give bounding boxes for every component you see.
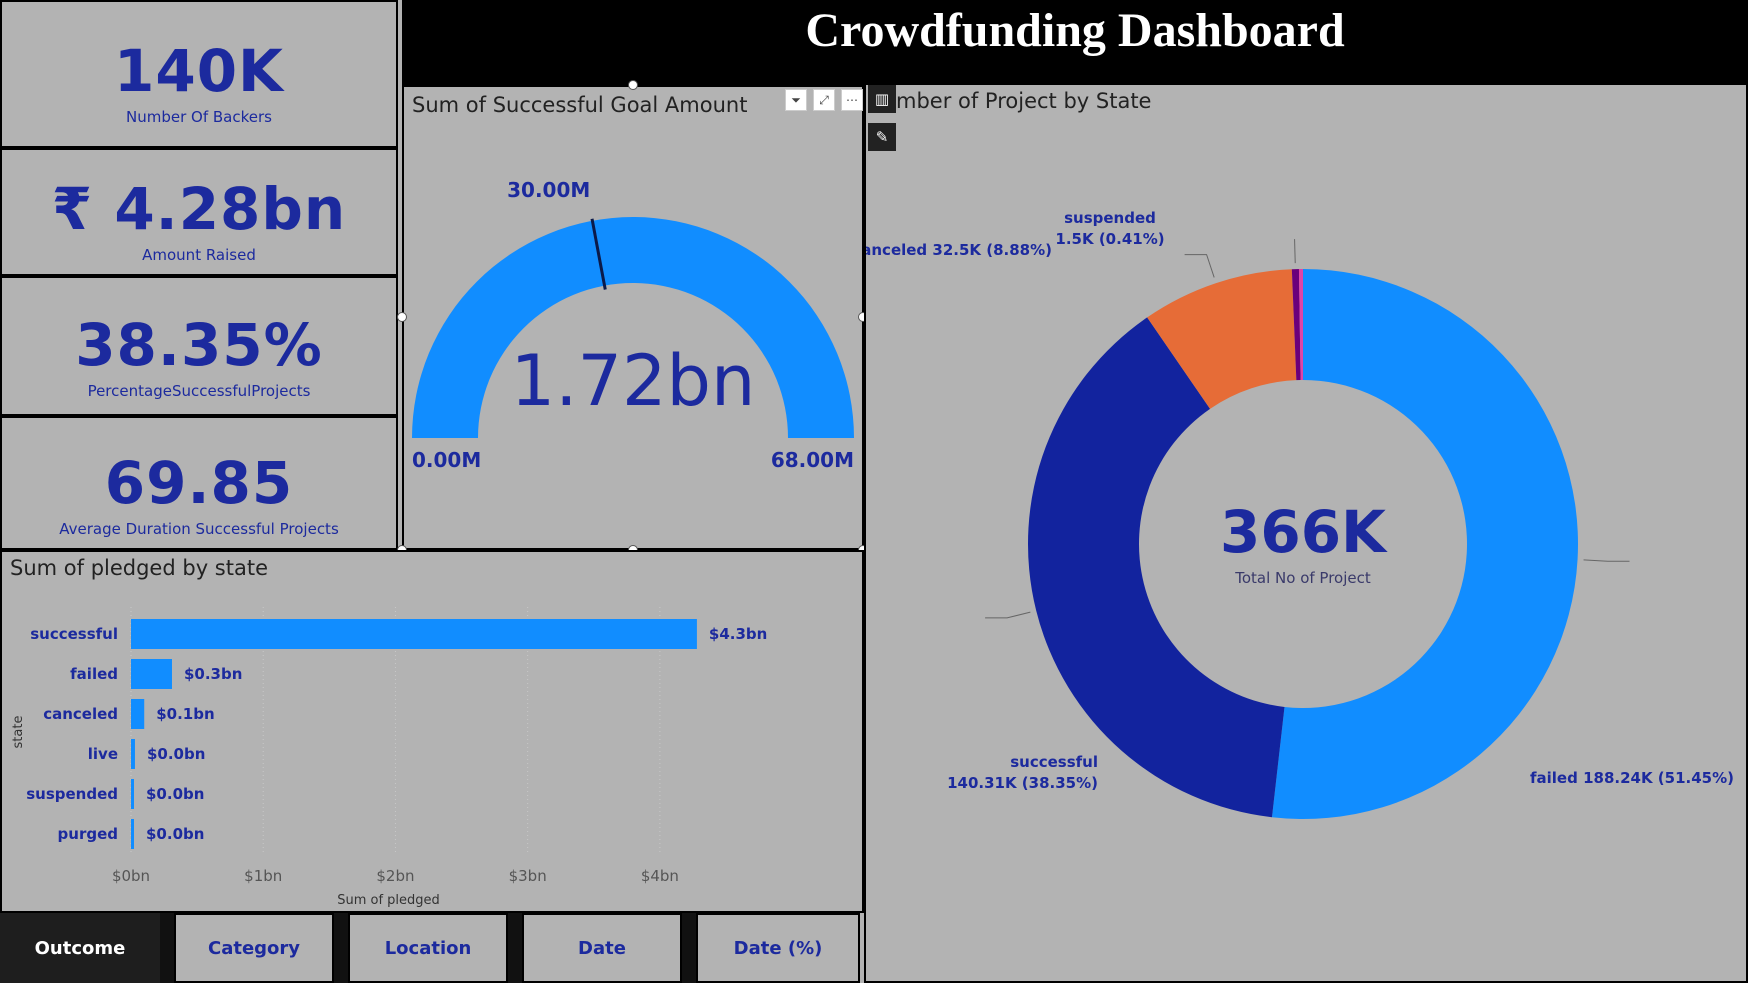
kpi-card-amount-raised: ₹ 4.28bn Amount Raised <box>0 148 398 276</box>
bar-data-label: $0.1bn <box>156 705 214 723</box>
bar-category-label: suspended <box>26 785 118 803</box>
kpi-label: Number Of Backers <box>126 108 272 126</box>
format-brush-icon[interactable]: ✎ <box>868 123 896 151</box>
resize-handle[interactable] <box>397 312 407 322</box>
bar-category-label: canceled <box>43 705 118 723</box>
kpi-value: ₹ 4.28bn <box>51 175 347 243</box>
gauge-target-label: 30.00M <box>507 178 590 202</box>
gauge-value: 1.72bn <box>511 340 756 422</box>
gauge-min-label: 0.00M <box>412 448 481 472</box>
bar-x-tick: $3bn <box>509 867 547 885</box>
bar-y-axis-label: state <box>11 716 26 749</box>
focus-mode-icon[interactable]: ⤢ <box>813 89 835 111</box>
donut-data-label: canceled 32.5K (8.88%) <box>866 241 1052 259</box>
tab-outcome[interactable]: Outcome <box>0 913 160 983</box>
donut-leader-line <box>1184 254 1215 278</box>
donut-center-label: Total No of Project <box>1234 569 1371 587</box>
bar-x-axis-label: Sum of pledged <box>337 893 440 908</box>
bar-live[interactable] <box>131 739 135 769</box>
kpi-value: 69.85 <box>104 449 294 517</box>
donut-slice-successful[interactable] <box>1028 317 1285 818</box>
bar-data-label: $0.0bn <box>146 825 204 843</box>
resize-handle[interactable] <box>628 80 638 90</box>
bar-category-label: live <box>88 745 118 763</box>
bar-failed[interactable] <box>131 659 172 689</box>
bar-data-label: $4.3bn <box>709 625 767 643</box>
more-options-icon[interactable]: ⋯ <box>841 89 863 111</box>
bar-data-label: $0.3bn <box>184 665 242 683</box>
bar-canceled[interactable] <box>131 699 145 729</box>
bar-x-tick: $4bn <box>641 867 679 885</box>
gauge-panel[interactable]: Sum of Successful Goal Amount 30.00M 1.7… <box>402 85 864 550</box>
kpi-card-backers: 140K Number Of Backers <box>0 0 398 148</box>
kpi-value: 38.35% <box>75 311 323 379</box>
donut-leader-line <box>1583 559 1630 562</box>
donut-center-value: 366K <box>1220 498 1388 566</box>
donut-chart: failed 188.24K (51.45%) successful 140.31K… <box>866 209 1734 819</box>
kpi-card-percentage-successful: 38.35% PercentageSuccessfulProjects <box>0 276 398 416</box>
tab-date[interactable]: Date <box>522 913 682 983</box>
bar-category-label: purged <box>58 825 118 843</box>
bar-x-tick: $1bn <box>244 867 282 885</box>
tab-divider <box>334 913 348 983</box>
bar-category-label: failed <box>70 665 118 683</box>
bar-panel[interactable]: Sum of pledged by state $0bn $1bn $2bn $3bn… <box>0 550 864 913</box>
dashboard-title: Crowdfunding Dashboard <box>402 0 1748 85</box>
bar-x-tick: $2bn <box>376 867 414 885</box>
tab-category[interactable]: Category <box>174 913 334 983</box>
bar-category-label: successful <box>30 625 118 643</box>
kpi-value: 140K <box>113 37 284 105</box>
bar-successful[interactable] <box>131 619 697 649</box>
bar-data-label: $0.0bn <box>146 785 204 803</box>
kpi-label: Amount Raised <box>142 246 256 264</box>
tab-divider <box>508 913 522 983</box>
bar-suspended[interactable] <box>131 779 134 809</box>
tab-date-percent[interactable]: Date (%) <box>696 913 860 983</box>
donut-data-label: failed 188.24K (51.45%) <box>1530 769 1734 787</box>
bar-purged[interactable] <box>131 819 134 849</box>
gauge-max-label: 68.00M <box>771 448 854 472</box>
donut-data-label: suspended 1.5K (0.41%) <box>1055 209 1164 248</box>
donut-panel[interactable]: mber of Project by State failed 188.24K … <box>864 85 1748 983</box>
tab-divider <box>160 913 174 983</box>
kpi-label: Average Duration Successful Projects <box>59 520 339 538</box>
filter-icon[interactable]: ⏷ <box>785 89 807 111</box>
bar-x-tick: $0bn <box>112 867 150 885</box>
gauge-chart: 30.00M 1.72bn 0.00M 68.00M <box>412 178 854 472</box>
bar-chart: $0bn $1bn $2bn $3bn $4bn successful $4.3bn fail… <box>11 607 767 908</box>
donut-leader-line <box>1294 239 1296 264</box>
donut-leader-line <box>985 611 1031 619</box>
kpi-card-average-duration: 69.85 Average Duration Successful Projec… <box>0 416 398 550</box>
bar-data-label: $0.0bn <box>147 745 205 763</box>
donut-data-label: successful 140.31K (38.35%) <box>947 753 1098 792</box>
visual-type-icon[interactable]: ▥ <box>868 85 896 113</box>
kpi-label: PercentageSuccessfulProjects <box>87 382 311 400</box>
tab-divider <box>682 913 696 983</box>
tab-location[interactable]: Location <box>348 913 508 983</box>
